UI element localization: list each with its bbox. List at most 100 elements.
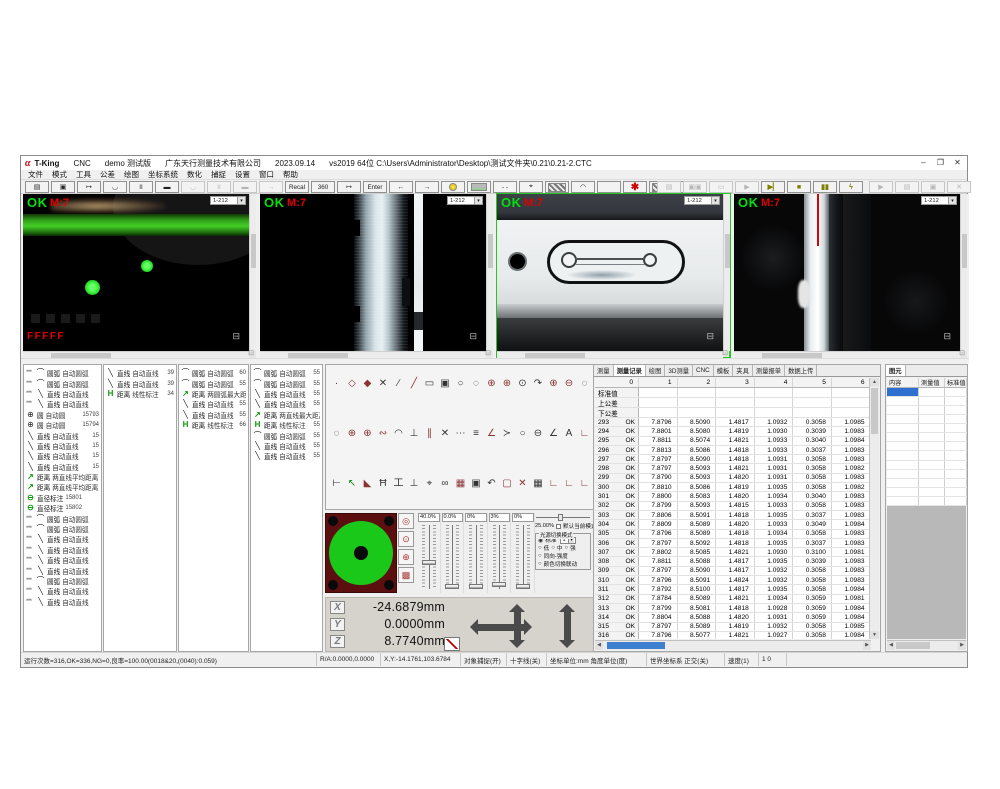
list-item[interactable]: ╲直线自动直线39 (104, 368, 176, 378)
close-button[interactable]: ✕ (949, 156, 966, 169)
image-button[interactable] (467, 181, 491, 193)
tool-icon[interactable]: ◣ (361, 477, 374, 490)
camera-horizontal-scrollbar[interactable] (260, 351, 486, 358)
element-row[interactable] (887, 497, 966, 506)
light-slider[interactable]: 0% (465, 513, 488, 593)
light-channel-button[interactable]: ⊕ (398, 549, 414, 565)
table-row[interactable]: 302OK7.87998.50931.48151.09330.30581.098… (595, 502, 871, 511)
list-item[interactable]: ***╲直线自动直线 (24, 545, 101, 555)
tool-icon[interactable]: ⊖ (532, 427, 545, 440)
tool-icon[interactable]: ∕ (392, 377, 405, 390)
jog-z-arrow[interactable] (564, 612, 571, 640)
play-disabled-button[interactable]: ▶ (735, 181, 759, 193)
pause-button[interactable]: ▮▮ (813, 181, 837, 193)
save-run-button[interactable]: ▤ (657, 181, 681, 193)
element-row[interactable] (887, 488, 966, 497)
list-item[interactable]: ***⌒圆弧自动圆弧 (24, 524, 101, 534)
list-item[interactable]: ***╲直线自动直线 (24, 389, 101, 399)
list-item[interactable]: ***╲直线自动直线 (24, 399, 101, 409)
tool-icon[interactable]: ◌ (578, 377, 591, 390)
list-item[interactable]: ╲直线自动直线55 (251, 389, 322, 399)
axis-move-button[interactable]: ↦ (337, 181, 361, 193)
tool-icon[interactable]: A (563, 427, 576, 440)
resize-grip-icon[interactable]: ⊡ (720, 348, 730, 358)
tool-icon[interactable]: ⊕ (501, 377, 514, 390)
radio-color-link[interactable]: ○ (538, 561, 542, 567)
copy-run-button[interactable]: ▣▣ (683, 181, 707, 193)
camera-vertical-scrollbar[interactable] (723, 194, 730, 351)
light-channel-button[interactable]: ◎ (398, 513, 414, 529)
menu-item[interactable]: 帮助 (283, 169, 298, 180)
chevron-down-icon[interactable]: ▾ (948, 197, 956, 204)
list-item[interactable]: ⊕圆自动圆15794 (24, 420, 101, 430)
run-button[interactable]: ϟ (839, 181, 863, 193)
light-button[interactable] (441, 181, 465, 193)
table-row[interactable]: 316OK7.87968.50771.48211.09270.30581.098… (595, 632, 871, 639)
ring-light-preview[interactable] (325, 513, 397, 593)
tool-icon[interactable]: ⊕ (346, 427, 359, 440)
radio-level[interactable]: ○ (538, 545, 542, 551)
move-right-button[interactable]: → (415, 181, 439, 193)
magnifier-button[interactable]: ⌖ (519, 181, 543, 193)
menu-item[interactable]: 模式 (52, 169, 67, 180)
tolerance-row[interactable]: 标准值 (595, 388, 871, 398)
camera-vertical-scrollbar[interactable] (486, 194, 493, 351)
curve-button[interactable]: ◠ (571, 181, 595, 193)
table-row[interactable]: 304OK7.88098.50891.48201.09330.30491.098… (595, 520, 871, 529)
camera-1-image[interactable]: OK M:7 FFFFF ⊟ (23, 194, 249, 351)
table-row[interactable]: 308OK7.88118.50881.48171.09350.30391.098… (595, 557, 871, 566)
table-vertical-scrollbar[interactable]: ▲ ▼ (869, 378, 879, 639)
star-button[interactable]: ✱ (623, 181, 647, 193)
recal-button[interactable]: Recal (285, 181, 309, 193)
table-row[interactable]: 311OK7.87928.51001.48171.09350.30581.098… (595, 585, 871, 594)
pillar-disabled-button[interactable]: II (207, 181, 231, 193)
camera-view-4[interactable]: OK M:7 ⊟ 1-212▾ ⊡ (734, 194, 967, 358)
tab-测量记录[interactable]: 测量记录 (614, 365, 646, 376)
menu-item[interactable]: 绘图 (124, 169, 139, 180)
close-file-button[interactable]: ✕ (947, 181, 971, 193)
list-item[interactable]: ***╲直线自动直线 (24, 586, 101, 596)
menu-item[interactable]: 设置 (235, 169, 250, 180)
list-item[interactable]: ***⌒圆弧自动圆弧 (24, 576, 101, 586)
chevron-down-icon[interactable]: ▾ (474, 197, 482, 204)
minimize-button[interactable]: – (915, 156, 932, 169)
tool-icon[interactable]: ↖ (346, 477, 359, 490)
replay-button[interactable]: ▶ (869, 181, 893, 193)
open-run-button[interactable]: ▭ (709, 181, 733, 193)
camera-zoom-select[interactable]: 1-212▾ (921, 196, 957, 205)
chevron-down-icon[interactable]: ▾ (711, 197, 719, 204)
resize-grip-icon[interactable]: ⊡ (246, 348, 256, 358)
element-row[interactable] (887, 433, 966, 442)
element-row[interactable] (887, 424, 966, 433)
camera-view-1[interactable]: OK M:7 FFFFF ⊟ 1-212▾ ⊡ (23, 194, 256, 358)
tab-夹具[interactable]: 夹具 (733, 365, 753, 376)
probe-disabled-button[interactable]: ◡ (181, 181, 205, 193)
status-segment[interactable]: 对象捕捉(开) (461, 653, 507, 666)
enter-button[interactable]: Enter (363, 181, 387, 193)
tool-icon[interactable]: ▦ (532, 477, 545, 490)
save2-button[interactable]: ▤ (895, 181, 919, 193)
slider-thumb[interactable] (469, 584, 483, 589)
table-row[interactable]: 294OK7.88018.50801.48191.09300.30391.098… (595, 427, 871, 436)
table-row[interactable]: 298OK7.87978.50931.48211.09310.30581.098… (595, 464, 871, 473)
element-row[interactable] (887, 397, 966, 406)
camera-2-image[interactable]: OK M:7 ⊟ (260, 194, 486, 351)
camera-3-image[interactable]: OK M:7 ⊟ (497, 194, 723, 351)
list-item[interactable]: H距离线性标注66 (179, 420, 248, 430)
tab-CNC[interactable]: CNC (693, 365, 714, 376)
light-channel-button[interactable]: ▩ (398, 567, 414, 583)
tool-icon[interactable]: ⊕ (547, 377, 560, 390)
list-item[interactable]: ***╲直线自动直线 (24, 555, 101, 565)
list-item[interactable]: ***╲直线自动直线 (24, 534, 101, 544)
stop-button[interactable]: ■ (787, 181, 811, 193)
list-item[interactable]: ***╲直线自动直线 (24, 565, 101, 575)
list-item[interactable]: ⊖直径标注15802 (24, 503, 101, 513)
list-item[interactable]: ***⌒圆弧自动圆弧 (24, 378, 101, 388)
scrollbar-thumb[interactable] (896, 642, 930, 649)
tolerance-row[interactable]: 下公差 (595, 408, 871, 418)
table-row[interactable]: 309OK7.87978.50901.48171.09320.30581.098… (595, 567, 871, 576)
list-item[interactable]: ╲直线自动直线39 (104, 378, 176, 388)
tool-icon[interactable]: ◌ (330, 427, 343, 440)
open2-button[interactable]: ▣ (921, 181, 945, 193)
scroll-up-arrow[interactable]: ▲ (870, 378, 879, 386)
